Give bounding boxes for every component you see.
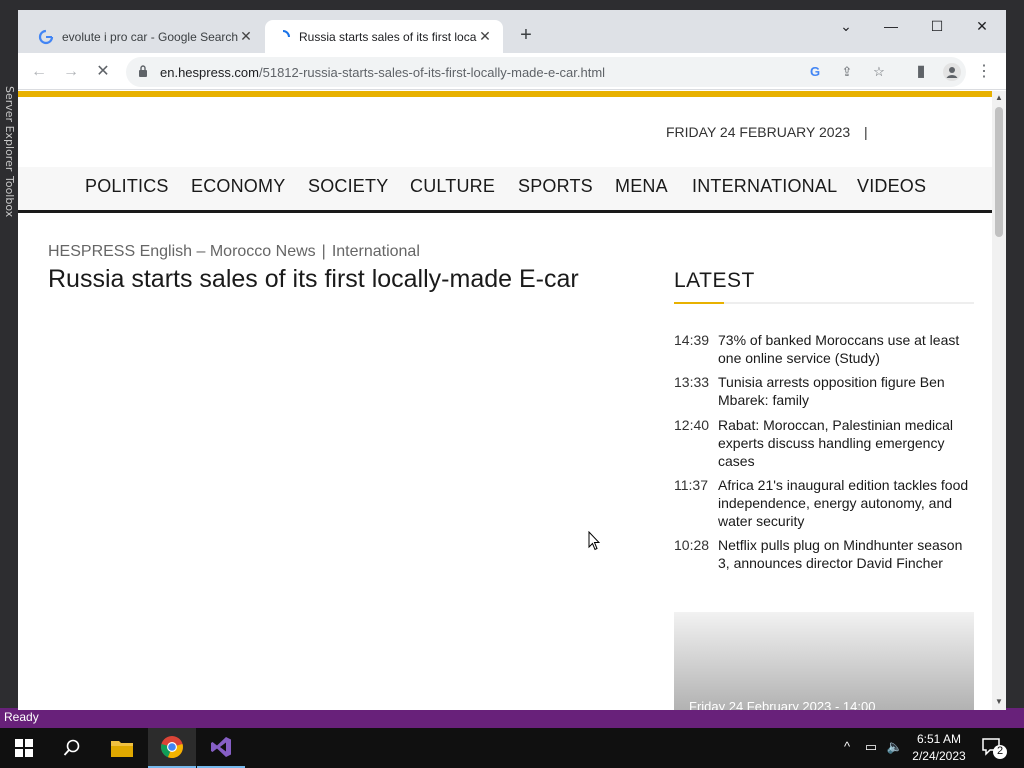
page-scrollbar[interactable]: ▲ ▼ — [992, 91, 1006, 710]
nav-mena[interactable]: MENA — [615, 176, 668, 197]
server-explorer-tab[interactable]: Server Explorer — [3, 86, 16, 171]
latest-item[interactable]: 10:28 Netflix pulls plug on Mindhunter s… — [674, 536, 974, 572]
stop-loading-button[interactable]: ✕ — [90, 59, 116, 85]
forward-button[interactable]: → — [58, 59, 84, 85]
search-icon — [63, 739, 80, 756]
tab-hespress[interactable]: Russia starts sales of its first loca ✕ — [265, 20, 503, 53]
site-accent-bar — [18, 91, 992, 97]
tab-search-button[interactable]: ⌄ — [828, 14, 864, 38]
close-icon[interactable]: ✕ — [477, 28, 493, 45]
chrome-icon — [161, 736, 183, 759]
ide-side-panel: Server Explorer Toolbox — [0, 0, 18, 710]
visual-studio-icon — [211, 737, 231, 757]
nav-international[interactable]: INTERNATIONAL — [692, 176, 837, 197]
google-translate-icon[interactable]: G — [806, 63, 824, 81]
tab-label: evolute i pro car - Google Search — [62, 29, 238, 44]
windows-taskbar: ^ ▭ 🔈 6:51 AM 2/24/2023 2 — [0, 728, 1024, 768]
web-page: FRIDAY 24 FEBRUARY 2023 | POLITICS ECONO… — [18, 91, 992, 710]
scroll-thumb[interactable] — [995, 107, 1003, 237]
ide-title-bar — [0, 0, 1024, 10]
side-panel-icon[interactable]: ▮ — [908, 59, 934, 85]
volume-icon[interactable]: 🔈 — [886, 739, 904, 755]
tab-label: Russia starts sales of its first loca — [299, 29, 477, 44]
chrome-window: evolute i pro car - Google Search ✕ Russ… — [18, 10, 1006, 710]
latest-item[interactable]: 13:33 Tunisia arrests opposition figure … — [674, 373, 974, 409]
clock-time: 6:51 AM — [916, 732, 962, 746]
nav-economy[interactable]: ECONOMY — [191, 176, 285, 197]
close-icon[interactable]: ✕ — [238, 28, 254, 45]
share-icon[interactable]: ⇪ — [838, 63, 856, 81]
toolbox-tab[interactable]: Toolbox — [3, 176, 16, 217]
breadcrumb: HESPRESS English – Morocco News | Internat… — [48, 243, 420, 260]
date-separator: | — [864, 124, 868, 140]
maximize-button[interactable]: ☐ — [919, 14, 955, 38]
latest-heading: LATEST — [674, 269, 755, 292]
windows-logo-icon — [15, 739, 33, 757]
nav-society[interactable]: SOCIETY — [308, 176, 388, 197]
google-icon — [38, 29, 54, 44]
nav-culture[interactable]: CULTURE — [410, 176, 495, 197]
featured-card[interactable]: Friday 24 February 2023 - 14:00 — [674, 612, 974, 710]
back-button[interactable]: ← — [26, 59, 52, 85]
network-icon[interactable]: ▭ — [862, 739, 880, 755]
article-title: Russia starts sales of its first locally… — [48, 265, 579, 293]
bookmark-star-icon[interactable]: ☆ — [870, 63, 888, 81]
search-button[interactable] — [48, 728, 96, 768]
ide-status-bar: Ready — [0, 708, 1024, 728]
clock-date: 2/24/2023 — [912, 749, 966, 763]
site-nav: POLITICS ECONOMY SOCIETY CULTURE SPORTS … — [18, 167, 992, 213]
site-date: FRIDAY 24 FEBRUARY 2023 — [666, 124, 851, 140]
notification-count: 2 — [996, 745, 1004, 757]
file-explorer-button[interactable] — [98, 728, 146, 768]
new-tab-button[interactable]: + — [514, 24, 538, 47]
ide-right-panel — [1006, 10, 1024, 710]
kebab-menu-icon[interactable]: ⋮ — [971, 59, 997, 85]
card-date: Friday 24 February 2023 - 14:00 — [689, 699, 876, 710]
address-bar[interactable]: en.hespress.com/51812-russia-starts-sale… — [126, 57, 966, 87]
chevron-up-icon[interactable]: ^ — [838, 739, 856, 754]
tab-strip: evolute i pro car - Google Search ✕ Russ… — [18, 10, 1006, 53]
tab-google-search[interactable]: evolute i pro car - Google Search ✕ — [28, 20, 264, 53]
breadcrumb-section[interactable]: International — [332, 243, 420, 260]
loading-spinner-icon — [282, 29, 290, 37]
minimize-button[interactable]: — — [873, 14, 909, 38]
start-button[interactable] — [0, 728, 48, 768]
latest-item[interactable]: 12:40 Rabat: Moroccan, Palestinian medic… — [674, 416, 974, 470]
folder-icon — [111, 741, 133, 757]
url-text[interactable]: en.hespress.com/51812-russia-starts-sale… — [160, 65, 605, 80]
profile-avatar-icon[interactable] — [939, 59, 965, 85]
nav-politics[interactable]: POLITICS — [85, 176, 169, 197]
breadcrumb-home[interactable]: HESPRESS English – Morocco News — [48, 243, 316, 260]
chrome-taskbar-button[interactable] — [148, 728, 196, 768]
scroll-up-arrow[interactable]: ▲ — [992, 93, 1006, 102]
close-window-button[interactable]: ✕ — [964, 14, 1000, 38]
system-clock[interactable]: 6:51 AM 2/24/2023 — [904, 731, 974, 765]
latest-item[interactable]: 14:39 73% of banked Moroccans use at lea… — [674, 331, 974, 367]
browser-toolbar: ← → ✕ en.hespress.com/51812-russia-start… — [18, 53, 1006, 90]
notification-center-button[interactable]: 2 — [980, 734, 1008, 762]
latest-item[interactable]: 11:37 Africa 21's inaugural edition tack… — [674, 476, 974, 530]
nav-videos[interactable]: VIDEOS — [857, 176, 926, 197]
nav-sports[interactable]: SPORTS — [518, 176, 593, 197]
lock-icon[interactable] — [138, 65, 148, 77]
scroll-down-arrow[interactable]: ▼ — [992, 697, 1006, 706]
latest-divider — [674, 302, 974, 304]
mouse-cursor-icon — [588, 531, 600, 551]
visual-studio-taskbar-button[interactable] — [197, 728, 245, 768]
